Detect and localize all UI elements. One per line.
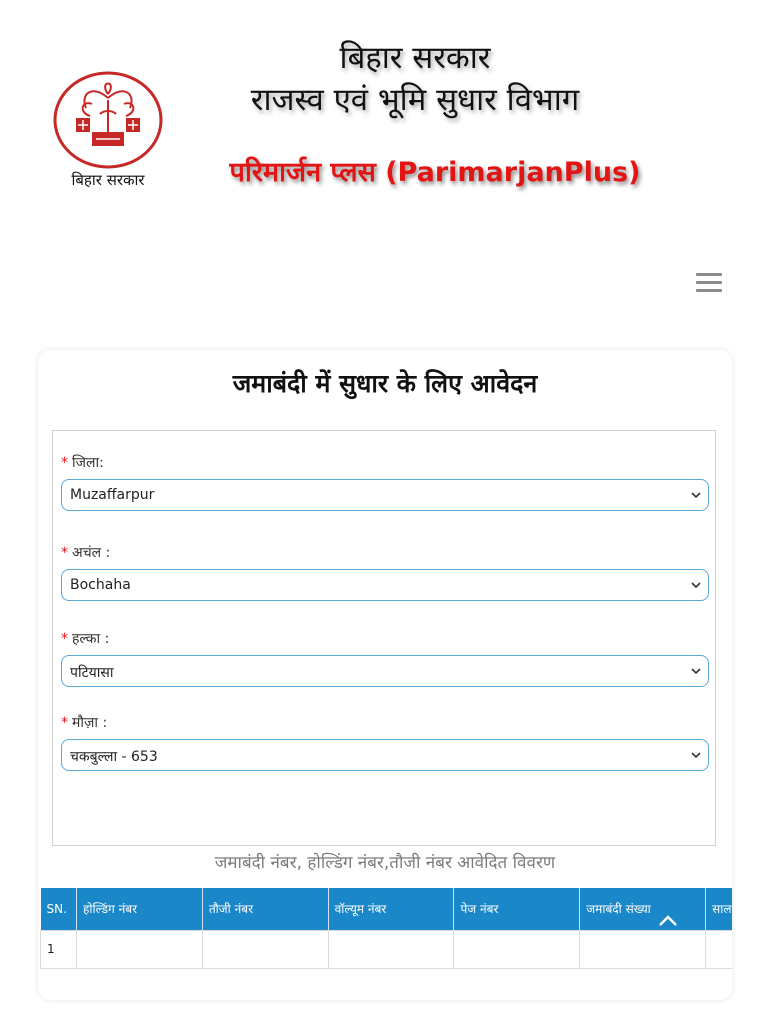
table-cell-page-number bbox=[453, 929, 581, 969]
mauja-label: * मौज़ा : bbox=[61, 715, 108, 731]
application-card: जमाबंदी में सुधार के लिए आवेदन * जिला: Mu… bbox=[38, 350, 732, 1000]
location-form: * जिला: Muzaffarpur * अचंल : Bochaha * हल्क… bbox=[52, 430, 716, 846]
halka-select[interactable]: पटियासा bbox=[61, 655, 709, 687]
column-header-year: साल bbox=[705, 888, 732, 930]
table-row: 1 bbox=[40, 929, 732, 969]
column-header-volume-number: वॉल्यूम नंबर bbox=[328, 888, 455, 930]
chevron-down-icon bbox=[691, 668, 701, 675]
circle-label: * अचंल : bbox=[61, 545, 111, 561]
circle-select[interactable]: Bochaha bbox=[61, 569, 709, 601]
chevron-down-icon bbox=[691, 752, 701, 759]
bodhi-tree-emblem-icon bbox=[53, 71, 163, 169]
details-table-scroll[interactable]: SN. होल्डिंग नंबर तौजी नंबर वॉल्यूम नंबर… bbox=[40, 888, 732, 972]
column-header-holding-number: होल्डिंग नंबर bbox=[76, 888, 203, 930]
details-table: SN. होल्डिंग नंबर तौजी नंबर वॉल्यूम नंबर… bbox=[40, 888, 732, 969]
logo-caption: बिहार सरकार bbox=[71, 171, 145, 189]
scroll-to-top-icon[interactable] bbox=[656, 910, 680, 930]
hamburger-menu-icon[interactable] bbox=[696, 273, 722, 295]
site-header: बिहार सरकार बिहार सरकार राजस्व एवं भूमि … bbox=[0, 0, 768, 240]
government-title: बिहार सरकार bbox=[339, 40, 491, 76]
column-header-jamabandi-number: जमाबंदी संख्या bbox=[579, 888, 707, 930]
bihar-emblem-logo: बिहार सरकार bbox=[50, 70, 166, 190]
table-cell-jamabandi-number bbox=[579, 929, 707, 969]
chevron-down-icon bbox=[691, 582, 701, 589]
district-label: * जिला: bbox=[61, 455, 104, 471]
table-cell-year bbox=[705, 929, 732, 969]
portal-brand-title: परिमार्जन प्लस (ParimarjanPlus) bbox=[229, 157, 641, 188]
table-cell-volume-number bbox=[327, 929, 455, 969]
column-header-page-number: पेज नंबर bbox=[453, 888, 581, 930]
district-select[interactable]: Muzaffarpur bbox=[61, 479, 709, 511]
table-caption: जमाबंदी नंबर, होल्डिंग नंबर,तौजी नंबर आव… bbox=[214, 853, 556, 873]
column-header-sn: SN. bbox=[40, 888, 77, 930]
chevron-down-icon bbox=[691, 492, 701, 499]
column-header-tauzi-number: तौजी नंबर bbox=[202, 888, 329, 930]
table-cell-holding-number bbox=[75, 929, 203, 969]
table-cell-tauzi-number bbox=[201, 929, 329, 969]
table-header-row: SN. होल्डिंग नंबर तौजी नंबर वॉल्यूम नंबर… bbox=[40, 888, 732, 930]
halka-label: * हल्का : bbox=[61, 631, 110, 647]
page-title: जमाबंदी में सुधार के लिए आवेदन bbox=[232, 369, 538, 398]
mauja-select[interactable]: चकबुल्ला - 653 bbox=[61, 739, 709, 771]
table-cell-sn: 1 bbox=[40, 929, 77, 969]
department-title: राजस्व एवं भूमि सुधार विभाग bbox=[250, 82, 580, 118]
